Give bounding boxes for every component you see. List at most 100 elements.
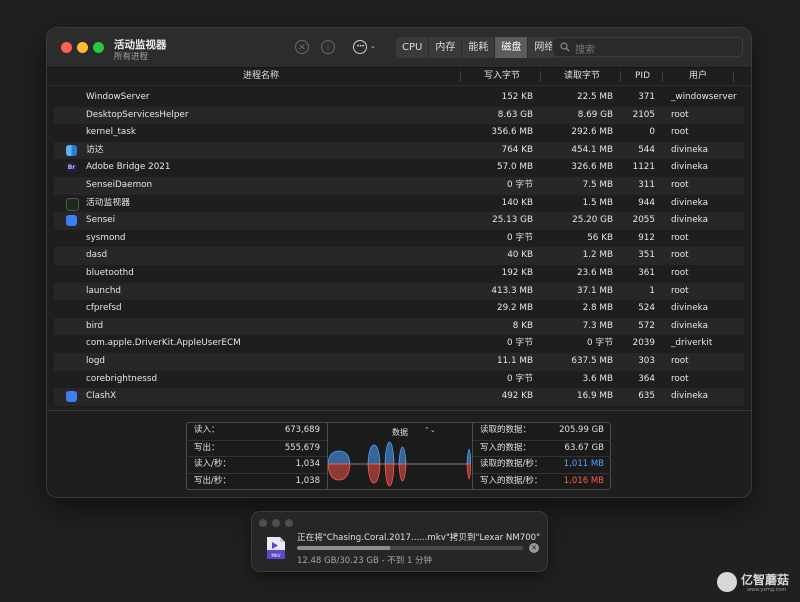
process-row[interactable]: DesktopServicesHelper 8.63 GB 8.69 GB 2105 r… <box>54 106 744 125</box>
graph-mode-chevron-icon[interactable]: ⌃⌄ <box>424 426 436 434</box>
notification-minimize-dot[interactable] <box>272 519 280 527</box>
stat-row: 写入的数据： 63.67 GB <box>473 439 611 456</box>
tab-3[interactable]: 磁盘 <box>494 37 528 58</box>
stat-value: 1,011 MB <box>563 459 604 469</box>
process-name: WindowServer <box>86 92 150 102</box>
graph-mode-label[interactable]: 数据 <box>392 427 408 438</box>
copy-progress-bar <box>297 546 523 550</box>
more-actions-icon[interactable] <box>353 40 367 54</box>
notification-zoom-dot[interactable] <box>285 519 293 527</box>
copy-progress-notification: MKV 正在将"Chasing.Coral.2017......mkv"拷贝到"… <box>252 512 547 571</box>
process-pid: 0 <box>649 127 655 138</box>
process-row[interactable]: com.apple.DriverKit.AppleUserECM 0 字节 0 字节… <box>54 335 744 353</box>
stat-value: 555,679 <box>284 442 320 453</box>
bytes-read: 3.6 MB <box>582 373 613 384</box>
bytes-read: 25.20 GB <box>572 215 613 226</box>
process-user: root <box>671 179 689 190</box>
chevron-down-icon[interactable]: ⌄ <box>370 42 376 50</box>
notification-close-dot[interactable] <box>259 519 267 527</box>
process-row[interactable]: bluetoothd 192 KB 23.6 MB 361 root <box>54 265 744 283</box>
bytes-written: 25.13 GB <box>492 215 533 226</box>
minimize-window-button[interactable] <box>77 42 88 53</box>
search-placeholder: 搜索 <box>575 45 595 56</box>
cancel-copy-icon[interactable]: ✕ <box>529 543 539 553</box>
zoom-window-button[interactable] <box>93 42 104 53</box>
process-name: sysmond <box>86 232 126 243</box>
adobe-bridge-icon: Br <box>66 162 77 174</box>
bytes-read: 1.2 MB <box>582 250 613 261</box>
watermark-logo <box>717 572 737 592</box>
process-pid: 361 <box>638 267 655 278</box>
bytes-read: 8.69 GB <box>577 109 613 120</box>
process-user: root <box>671 250 689 261</box>
bytes-written: 140 KB <box>501 197 533 208</box>
process-row[interactable]: SenseiDaemon 0 字节 7.5 MB 311 root <box>54 176 744 195</box>
stat-value: 205.99 GB <box>559 425 604 435</box>
bytes-read: 16.9 MB <box>576 391 613 402</box>
clashx-icon <box>66 391 77 403</box>
process-pid: 364 <box>638 373 655 384</box>
write-activity-area <box>367 463 381 484</box>
process-row[interactable]: sysmond 0 字节 56 KB 912 root <box>54 230 744 248</box>
process-user: divineka <box>671 162 708 173</box>
close-window-button[interactable] <box>61 42 72 53</box>
process-row[interactable]: bird 8 KB 7.3 MB 572 divineka <box>54 317 744 336</box>
process-user: root <box>671 355 689 366</box>
process-row[interactable]: 活动监视器 140 KB 1.5 MB 944 divineka <box>54 195 744 213</box>
process-pid: 524 <box>638 303 655 314</box>
process-user: divineka <box>671 144 708 155</box>
process-pid: 912 <box>638 232 655 243</box>
tab-1[interactable]: 内存 <box>428 37 461 58</box>
process-row[interactable]: Sensei 25.13 GB 25.20 GB 2055 divineka <box>54 212 744 230</box>
column-user[interactable]: 用户 <box>689 70 707 83</box>
process-pid: 371 <box>638 92 655 102</box>
process-user: divineka <box>671 215 708 226</box>
bytes-written: 29.2 MB <box>496 303 533 314</box>
info-icon[interactable]: i <box>321 40 335 54</box>
stat-label: 读取的数据： <box>480 425 532 435</box>
bytes-read: 326.6 MB <box>571 162 613 173</box>
process-name: launchd <box>86 285 121 296</box>
process-name: Sensei <box>86 215 116 226</box>
process-pid: 635 <box>638 391 655 402</box>
write-activity-area <box>327 463 351 481</box>
process-row[interactable]: ClashX 492 KB 16.9 MB 635 divineka <box>54 388 744 406</box>
process-pid: 303 <box>638 355 655 366</box>
divider <box>47 410 751 411</box>
process-name: logd <box>86 355 105 366</box>
search-field[interactable]: 搜索 <box>552 37 743 57</box>
column-bytes-read[interactable]: 读取字节 <box>564 70 600 83</box>
process-name: corebrightnessd <box>86 373 158 384</box>
process-row[interactable]: Br Adobe Bridge 2021 57.0 MB 326.6 MB 1121 di… <box>54 159 744 177</box>
stop-process-icon[interactable]: ✕ <box>295 40 309 54</box>
bytes-written: 152 KB <box>501 92 533 102</box>
bytes-written: 0 字节 <box>507 179 533 190</box>
column-bytes-written[interactable]: 写入字节 <box>484 70 520 83</box>
stat-row: 读入： 673,689 <box>187 423 327 438</box>
bytes-read: 292.6 MB <box>571 127 613 138</box>
process-pid: 572 <box>638 320 655 331</box>
window-subtitle: 所有进程 <box>114 52 149 62</box>
process-name: SenseiDaemon <box>86 179 153 190</box>
column-process-name[interactable]: 进程名称 <box>243 70 279 83</box>
process-row[interactable]: WindowServer 152 KB 22.5 MB 371 _windowserve… <box>54 89 744 107</box>
process-row[interactable]: 访达 764 KB 454.1 MB 544 divineka <box>54 141 744 160</box>
copy-progress-fill <box>297 546 390 550</box>
process-row[interactable]: logd 11.1 MB 637.5 MB 303 root <box>54 352 744 371</box>
process-row[interactable]: cfprefsd 29.2 MB 2.8 MB 524 divineka <box>54 300 744 318</box>
bytes-read: 637.5 MB <box>571 355 613 366</box>
process-user: _driverkit <box>671 338 713 349</box>
tab-2[interactable]: 能耗 <box>461 37 494 58</box>
process-row[interactable]: corebrightnessd 0 字节 3.6 MB 364 root <box>54 371 744 389</box>
bytes-written: 8.63 GB <box>497 109 533 120</box>
column-pid[interactable]: PID <box>635 70 650 83</box>
tab-0[interactable]: CPU <box>396 37 428 58</box>
stat-label: 写出/秒： <box>194 475 231 486</box>
process-row[interactable]: dasd 40 KB 1.2 MB 351 root <box>54 247 744 265</box>
process-row[interactable]: kernel_task 356.6 MB 292.6 MB 0 root <box>54 124 744 142</box>
bytes-written: 492 KB <box>501 391 533 402</box>
process-row[interactable]: launchd 413.3 MB 37.1 MB 1 root <box>54 282 744 301</box>
stat-row: 写出： 555,679 <box>187 439 327 456</box>
disk-stats-panel: 读入： 673,689 写出： 555,679 读入/秒： 1,034 写出/秒： 1,038… <box>186 422 611 490</box>
stat-label: 写入的数据/秒： <box>480 475 543 486</box>
